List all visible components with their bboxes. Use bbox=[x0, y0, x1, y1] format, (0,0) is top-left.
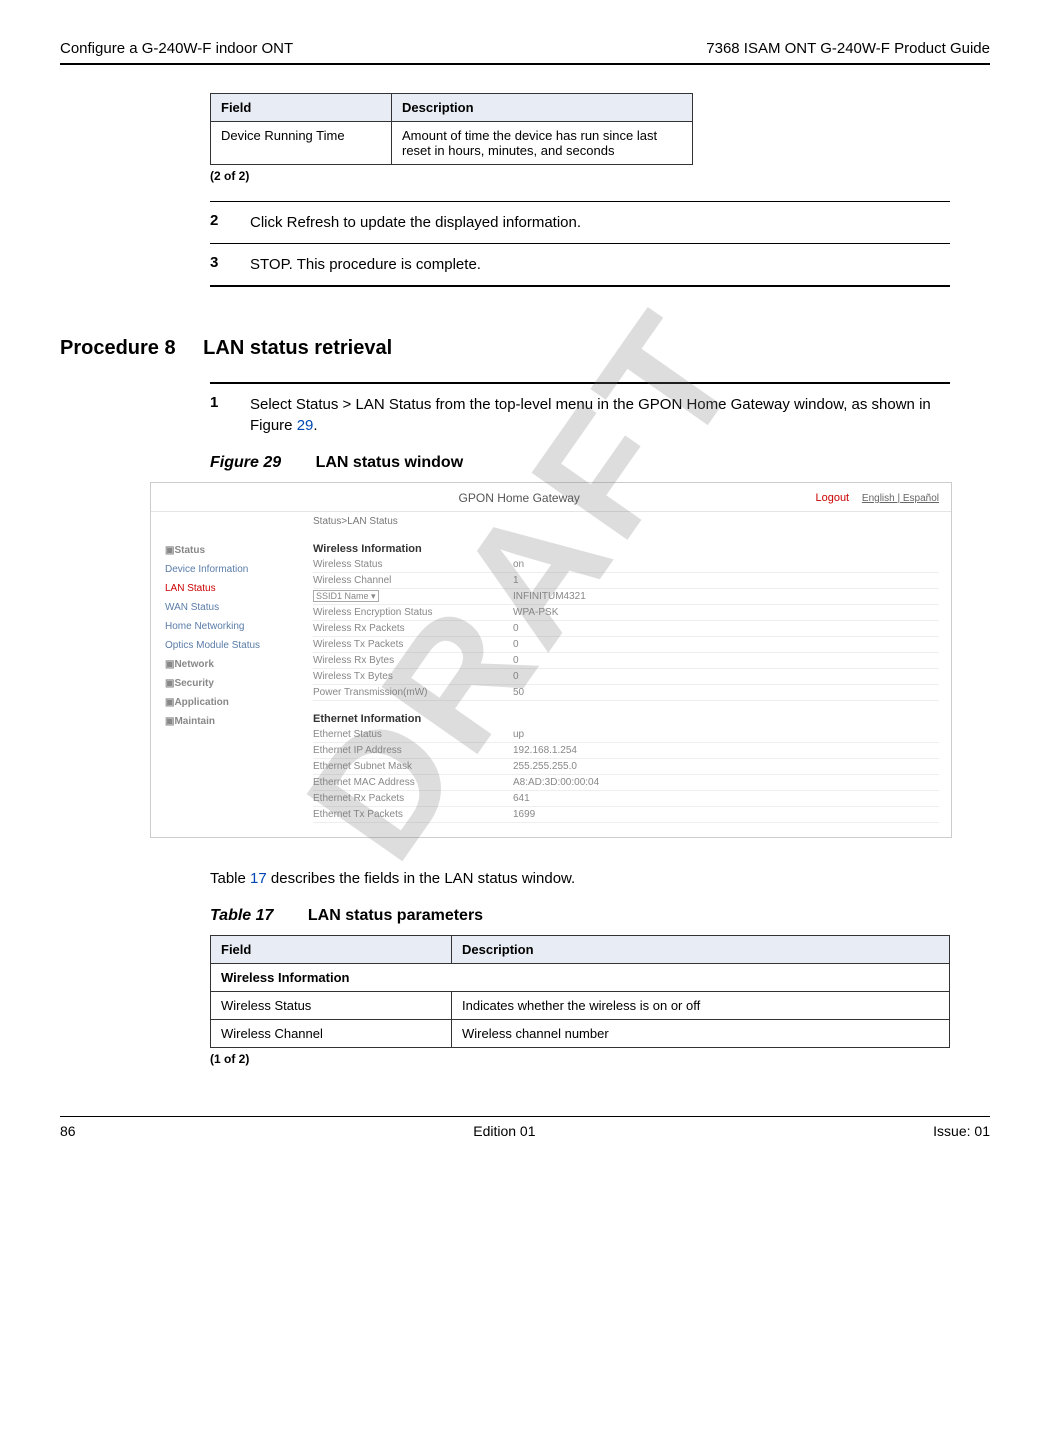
table-section: Wireless Information bbox=[211, 964, 950, 992]
fig-k: Ethernet Status bbox=[313, 729, 513, 740]
fig-v: 641 bbox=[513, 793, 939, 804]
fig-k: Ethernet IP Address bbox=[313, 745, 513, 756]
sidebar-section-maintain[interactable]: Maintain bbox=[174, 716, 215, 727]
procedure-name: LAN status retrieval bbox=[203, 337, 392, 359]
td-field: Device Running Time bbox=[211, 122, 392, 165]
step1-suffix: . bbox=[313, 417, 317, 434]
header-rule bbox=[60, 63, 990, 65]
fig-v: 0 bbox=[513, 623, 939, 634]
page-header: Configure a G-240W-F indoor ONT 7368 ISA… bbox=[60, 40, 990, 57]
fig-v: WPA-PSK bbox=[513, 607, 939, 618]
screenshot-app-title: GPON Home Gateway bbox=[223, 491, 815, 505]
fig-v: 1699 bbox=[513, 809, 939, 820]
sidebar-item-optics[interactable]: Optics Module Status bbox=[165, 636, 305, 655]
sidebar-section-network[interactable]: Network bbox=[174, 659, 213, 670]
fig-v: up bbox=[513, 729, 939, 740]
fig-k: Ethernet Rx Packets bbox=[313, 793, 513, 804]
th-desc: Description bbox=[392, 94, 693, 122]
language-switch[interactable]: English | Español bbox=[862, 493, 939, 504]
figure-label: Figure 29 bbox=[210, 454, 281, 471]
fig-k: Ethernet Tx Packets bbox=[313, 809, 513, 820]
table17-heading: Table 17 LAN status parameters bbox=[210, 907, 990, 925]
figure-heading: Figure 29 LAN status window bbox=[210, 454, 990, 472]
step-text-2: Click Refresh to update the displayed in… bbox=[250, 212, 950, 233]
footer-edition: Edition 01 bbox=[473, 1123, 535, 1139]
td-field: Wireless Channel bbox=[211, 1020, 452, 1048]
sidebar-item-lan-status[interactable]: LAN Status bbox=[165, 579, 305, 598]
fig-v: 50 bbox=[513, 687, 939, 698]
table-ref-paragraph: Table 17 describes the fields in the LAN… bbox=[210, 868, 950, 889]
fig-v: 1 bbox=[513, 575, 939, 586]
para-prefix: Table bbox=[210, 870, 250, 887]
logout-link[interactable]: Logout bbox=[815, 492, 849, 504]
footer-page-number: 86 bbox=[60, 1123, 76, 1139]
table-caption-1of2: (1 of 2) bbox=[210, 1052, 990, 1066]
figure-ref-29[interactable]: 29 bbox=[297, 417, 314, 434]
ethernet-info-heading: Ethernet Information bbox=[313, 709, 939, 727]
step-number-1: 1 bbox=[210, 394, 250, 436]
td-desc: Indicates whether the wireless is on or … bbox=[452, 992, 950, 1020]
procedure-label: Procedure 8 bbox=[60, 337, 176, 359]
step-text-1: Select Status > LAN Status from the top-… bbox=[250, 394, 950, 436]
td-field: Wireless Status bbox=[211, 992, 452, 1020]
para-suffix: describes the fields in the LAN status w… bbox=[267, 870, 576, 887]
fig-k: Wireless Channel bbox=[313, 575, 513, 586]
step-rule-end bbox=[210, 285, 950, 287]
sidebar-section-security[interactable]: Security bbox=[174, 678, 213, 689]
step-rule-start bbox=[210, 382, 950, 384]
td-desc: Wireless channel number bbox=[452, 1020, 950, 1048]
header-left: Configure a G-240W-F indoor ONT bbox=[60, 40, 293, 57]
fig-v: 0 bbox=[513, 655, 939, 666]
breadcrumb: Status>LAN Status bbox=[301, 512, 951, 531]
fig-k: Power Transmission(mW) bbox=[313, 687, 513, 698]
sidebar-item-home-networking[interactable]: Home Networking bbox=[165, 617, 305, 636]
fig-k: Wireless Tx Packets bbox=[313, 639, 513, 650]
fig-v: 255.255.255.0 bbox=[513, 761, 939, 772]
fig-k: Ethernet MAC Address bbox=[313, 777, 513, 788]
ssid-select[interactable]: SSID1 Name ▾ bbox=[313, 590, 379, 602]
fig-k: Wireless Rx Bytes bbox=[313, 655, 513, 666]
footer-issue: Issue: 01 bbox=[933, 1123, 990, 1139]
th-field: Field bbox=[211, 936, 452, 964]
step1-prefix: Select Status > LAN Status from the top-… bbox=[250, 396, 931, 434]
fig-k: Ethernet Subnet Mask bbox=[313, 761, 513, 772]
table-lan-status-params: Field Description Wireless Information W… bbox=[210, 935, 950, 1048]
fig-k: Wireless Tx Bytes bbox=[313, 671, 513, 682]
step-text-3: STOP. This procedure is complete. bbox=[250, 254, 950, 275]
sidebar-item-wan-status[interactable]: WAN Status bbox=[165, 598, 305, 617]
td-desc: Amount of time the device has run since … bbox=[392, 122, 693, 165]
step-number-2: 2 bbox=[210, 212, 250, 233]
main-panel: Wireless Information Wireless Statuson W… bbox=[313, 531, 951, 837]
fig-v: 0 bbox=[513, 639, 939, 650]
fig-k: Wireless Status bbox=[313, 559, 513, 570]
table-device-running-time: Field Description Device Running Time Am… bbox=[210, 93, 693, 165]
figure-screenshot: GPON Home Gateway Logout English | Españ… bbox=[150, 482, 952, 838]
wireless-info-heading: Wireless Information bbox=[313, 539, 939, 557]
header-right: 7368 ISAM ONT G-240W-F Product Guide bbox=[706, 40, 990, 57]
fig-v: INFINITUM4321 bbox=[513, 591, 939, 602]
sidebar-item-device-info[interactable]: Device Information bbox=[165, 560, 305, 579]
sidebar: ▣Status Device Information LAN Status WA… bbox=[151, 531, 313, 837]
figure-title: LAN status window bbox=[316, 454, 464, 471]
fig-v: on bbox=[513, 559, 939, 570]
table17-title: LAN status parameters bbox=[308, 907, 483, 924]
table17-label: Table 17 bbox=[210, 907, 273, 924]
fig-k: Wireless Encryption Status bbox=[313, 607, 513, 618]
step-rule bbox=[210, 243, 950, 244]
sidebar-section-application[interactable]: Application bbox=[174, 697, 228, 708]
fig-v: A8:AD:3D:00:00:04 bbox=[513, 777, 939, 788]
page-footer: 86 Edition 01 Issue: 01 bbox=[60, 1116, 990, 1139]
step-number-3: 3 bbox=[210, 254, 250, 275]
procedure-title: Procedure 8 LAN status retrieval bbox=[60, 337, 990, 360]
fig-v: 0 bbox=[513, 671, 939, 682]
step-rule bbox=[210, 201, 950, 202]
table-caption-2of2: (2 of 2) bbox=[210, 169, 990, 183]
sidebar-section-status[interactable]: Status bbox=[174, 545, 205, 556]
fig-v: 192.168.1.254 bbox=[513, 745, 939, 756]
th-desc: Description bbox=[452, 936, 950, 964]
table-ref-17[interactable]: 17 bbox=[250, 870, 267, 887]
th-field: Field bbox=[211, 94, 392, 122]
fig-k: Wireless Rx Packets bbox=[313, 623, 513, 634]
